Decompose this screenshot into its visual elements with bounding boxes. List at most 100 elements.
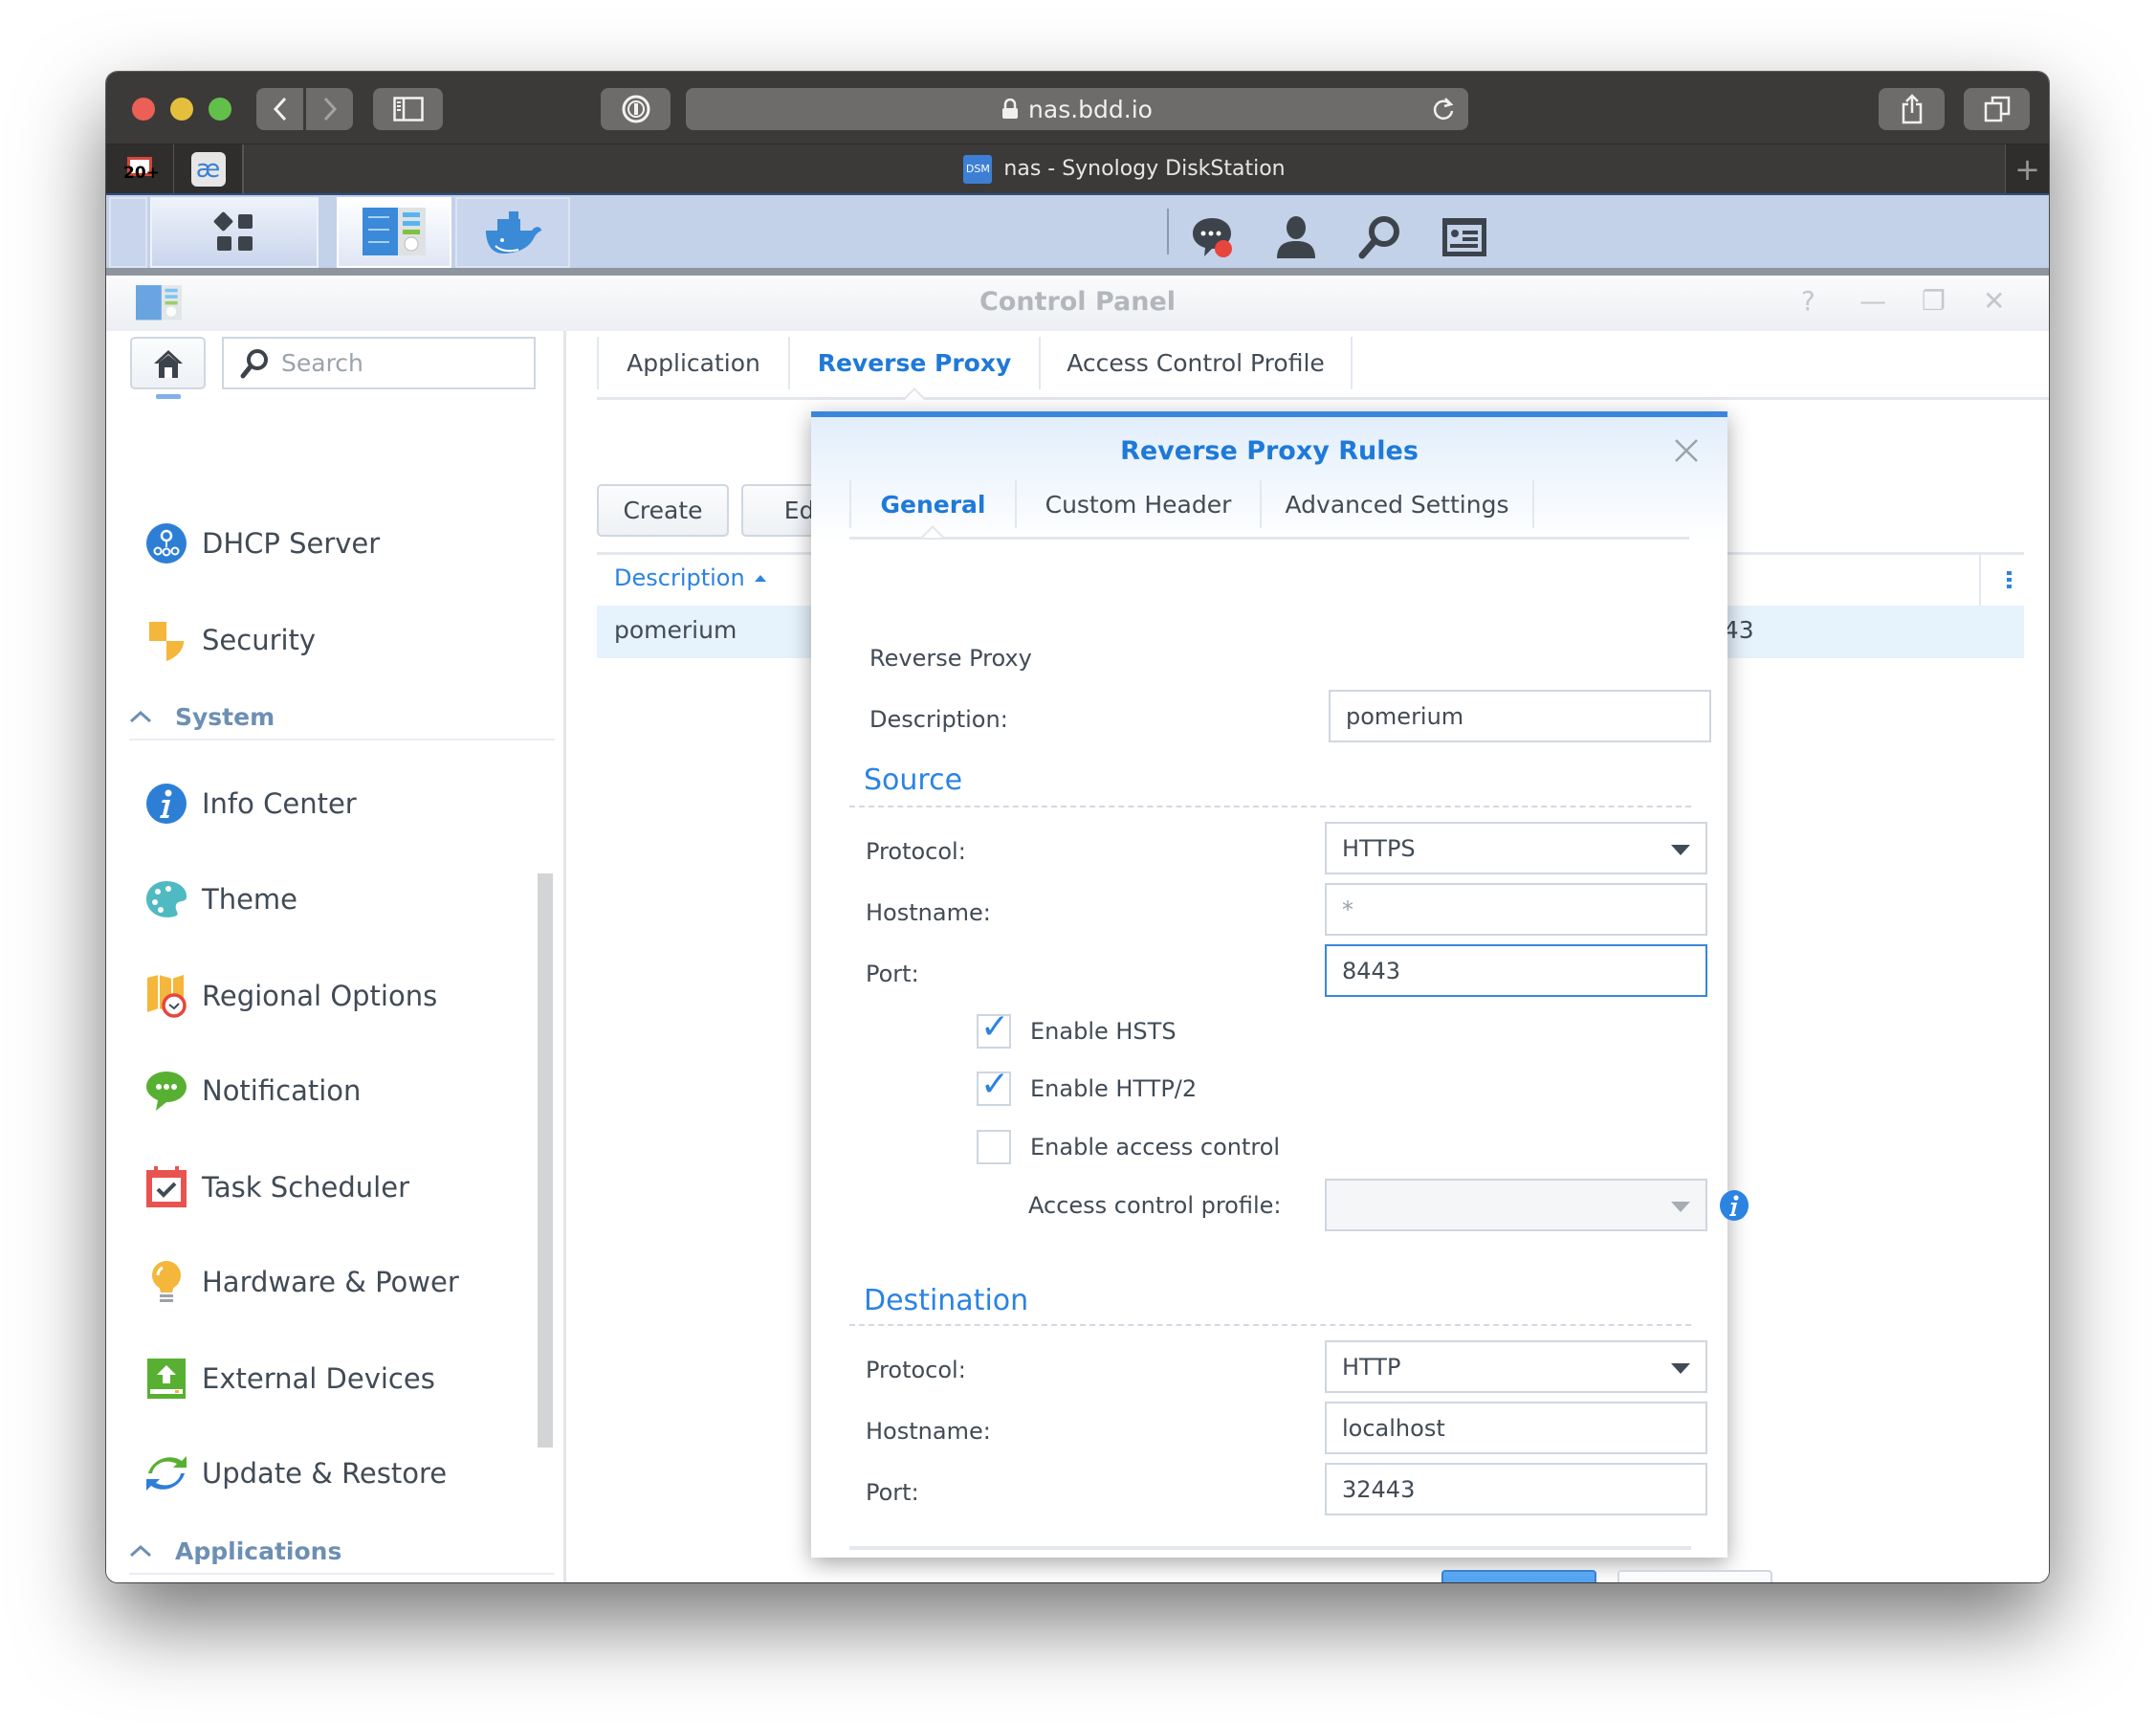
widgets-button[interactable] xyxy=(1440,212,1489,262)
search-field[interactable] xyxy=(222,337,536,389)
minimize-button[interactable]: — xyxy=(1859,285,1886,317)
zoom-window-button[interactable] xyxy=(209,98,231,121)
destination-hostname-input[interactable] xyxy=(1342,1414,1686,1442)
close-button[interactable]: ✕ xyxy=(1983,285,2005,317)
tab-advanced-settings[interactable]: Advanced Settings xyxy=(1260,480,1534,528)
address-bar[interactable]: nas.bdd.io xyxy=(686,88,1468,130)
active-tab[interactable]: DSM nas - Synology DiskStation xyxy=(243,144,2006,193)
share-button[interactable] xyxy=(1879,88,1945,130)
pinned-tab-gmail[interactable]: 20+ xyxy=(106,144,174,193)
sidebar-item-external-devices[interactable]: External Devices xyxy=(144,1355,435,1403)
sidebar-item-label: Hardware & Power xyxy=(202,1266,459,1298)
description-label: Description: xyxy=(869,706,1008,733)
sidebar-item-label: Task Scheduler xyxy=(202,1171,409,1204)
notification-dot xyxy=(1215,240,1232,257)
sidebar-section-applications[interactable]: Applications xyxy=(129,1536,555,1575)
source-port-field[interactable] xyxy=(1325,944,1707,997)
tab-custom-header[interactable]: Custom Header xyxy=(1015,480,1260,528)
sidebar-item-dhcp-server[interactable]: DHCP Server xyxy=(144,519,380,567)
sidebar-item-task-scheduler[interactable]: Task Scheduler xyxy=(144,1163,409,1211)
sidebar-section-system[interactable]: System xyxy=(129,702,555,740)
access-control-profile-select[interactable] xyxy=(1325,1179,1707,1231)
main-menu-button[interactable] xyxy=(150,197,319,268)
source-protocol-value: HTTPS xyxy=(1342,834,1416,862)
tabs-icon xyxy=(1984,96,2010,122)
active-tab-indicator xyxy=(903,387,926,400)
sidebar-toggle-button[interactable] xyxy=(373,88,443,130)
pinned-tab-ae[interactable]: æ xyxy=(174,144,243,193)
search-input[interactable] xyxy=(281,349,520,377)
sidebar-item-info-center[interactable]: Info Center xyxy=(144,780,357,828)
description-input[interactable] xyxy=(1346,702,1690,730)
active-tab-indicator xyxy=(921,525,944,538)
help-button[interactable]: ? xyxy=(1801,285,1815,317)
tab-application[interactable]: Application xyxy=(597,337,788,389)
control-panel-titlebar: Control Panel ? — ❐ ✕ xyxy=(106,276,2049,331)
description-field[interactable] xyxy=(1329,690,1711,742)
forward-button[interactable] xyxy=(306,88,353,130)
source-hostname-input[interactable] xyxy=(1342,895,1686,923)
access-control-info-button[interactable] xyxy=(1719,1189,1749,1226)
dialog-title: Reverse Proxy Rules xyxy=(1120,436,1419,466)
dhcp-icon xyxy=(144,521,188,565)
share-icon xyxy=(1902,94,1922,124)
enable-hsts-checkbox[interactable]: ✓ xyxy=(977,1010,1011,1049)
taskbar-docker[interactable] xyxy=(455,197,570,268)
dialog-close-button[interactable] xyxy=(1674,434,1699,471)
sidebar-item-label: Security xyxy=(202,624,317,656)
tabs-overview-button[interactable] xyxy=(1964,88,2030,130)
sidebar-item-theme[interactable]: Theme xyxy=(144,875,297,923)
sidebar-item-regional-options[interactable]: Regional Options xyxy=(144,972,437,1020)
cancel-button[interactable]: Cancel xyxy=(1617,1570,1772,1582)
home-button[interactable] xyxy=(130,337,206,389)
control-panel-icon xyxy=(363,208,426,255)
show-desktop-button[interactable] xyxy=(109,197,147,268)
tab-general[interactable]: General xyxy=(849,480,1015,528)
search-button[interactable] xyxy=(1355,212,1405,262)
info-icon xyxy=(1720,1190,1749,1221)
enable-http2-label: Enable HTTP/2 xyxy=(1030,1075,1198,1102)
sidebar-section-title: System xyxy=(175,702,275,731)
minimize-window-button[interactable] xyxy=(170,98,193,121)
destination-divider xyxy=(849,1324,1691,1326)
sidebar-item-label: External Devices xyxy=(202,1362,435,1395)
close-window-button[interactable] xyxy=(132,98,155,121)
enable-http2-checkbox[interactable]: ✓ xyxy=(977,1068,1011,1106)
sidebar-item-update-restore[interactable]: Update & Restore xyxy=(144,1449,447,1497)
reload-icon[interactable] xyxy=(1432,97,1455,122)
taskbar-control-panel[interactable] xyxy=(337,197,451,268)
enable-access-control-checkbox[interactable] xyxy=(977,1130,1011,1164)
sidebar-item-notification[interactable]: Notification xyxy=(144,1067,361,1115)
column-header-description[interactable]: Description xyxy=(614,564,766,591)
password-manager-button[interactable] xyxy=(601,88,671,130)
column-menu-button[interactable] xyxy=(2007,571,2013,594)
create-button[interactable]: Create xyxy=(597,484,729,537)
back-button[interactable] xyxy=(256,88,303,130)
destination-heading: Destination xyxy=(864,1284,1029,1317)
restore-button[interactable]: ❐ xyxy=(1922,285,1946,317)
tab-access-control-profile[interactable]: Access Control Profile xyxy=(1039,337,1353,389)
close-icon xyxy=(1675,439,1698,462)
cell-description: pomerium xyxy=(614,616,737,644)
ok-button[interactable]: OK xyxy=(1441,1570,1596,1582)
sidebar-item-security[interactable]: Security xyxy=(144,616,316,664)
source-port-label: Port: xyxy=(866,961,919,987)
chat-bubble-icon xyxy=(144,1069,188,1113)
notifications-button[interactable] xyxy=(1187,212,1237,262)
sidebar-item-hardware-power[interactable]: Hardware & Power xyxy=(144,1258,459,1306)
source-protocol-select[interactable]: HTTPS xyxy=(1325,822,1707,874)
tab-reverse-proxy[interactable]: Reverse Proxy xyxy=(788,337,1039,389)
source-hostname-field[interactable] xyxy=(1325,883,1707,936)
destination-port-field[interactable] xyxy=(1325,1463,1707,1515)
user-button[interactable] xyxy=(1271,212,1321,262)
destination-port-input[interactable] xyxy=(1342,1475,1686,1503)
destination-protocol-label: Protocol: xyxy=(866,1357,966,1383)
destination-hostname-field[interactable] xyxy=(1325,1402,1707,1454)
checkmark-icon: ✓ xyxy=(980,1065,1010,1104)
destination-protocol-select[interactable]: HTTP xyxy=(1325,1340,1707,1393)
gmail-badge: 20+ xyxy=(123,163,160,183)
new-tab-button[interactable]: + xyxy=(2006,144,2049,193)
lock-icon xyxy=(1002,99,1019,119)
source-port-input[interactable] xyxy=(1342,957,1686,984)
sidebar-scrollbar[interactable] xyxy=(538,873,553,1448)
